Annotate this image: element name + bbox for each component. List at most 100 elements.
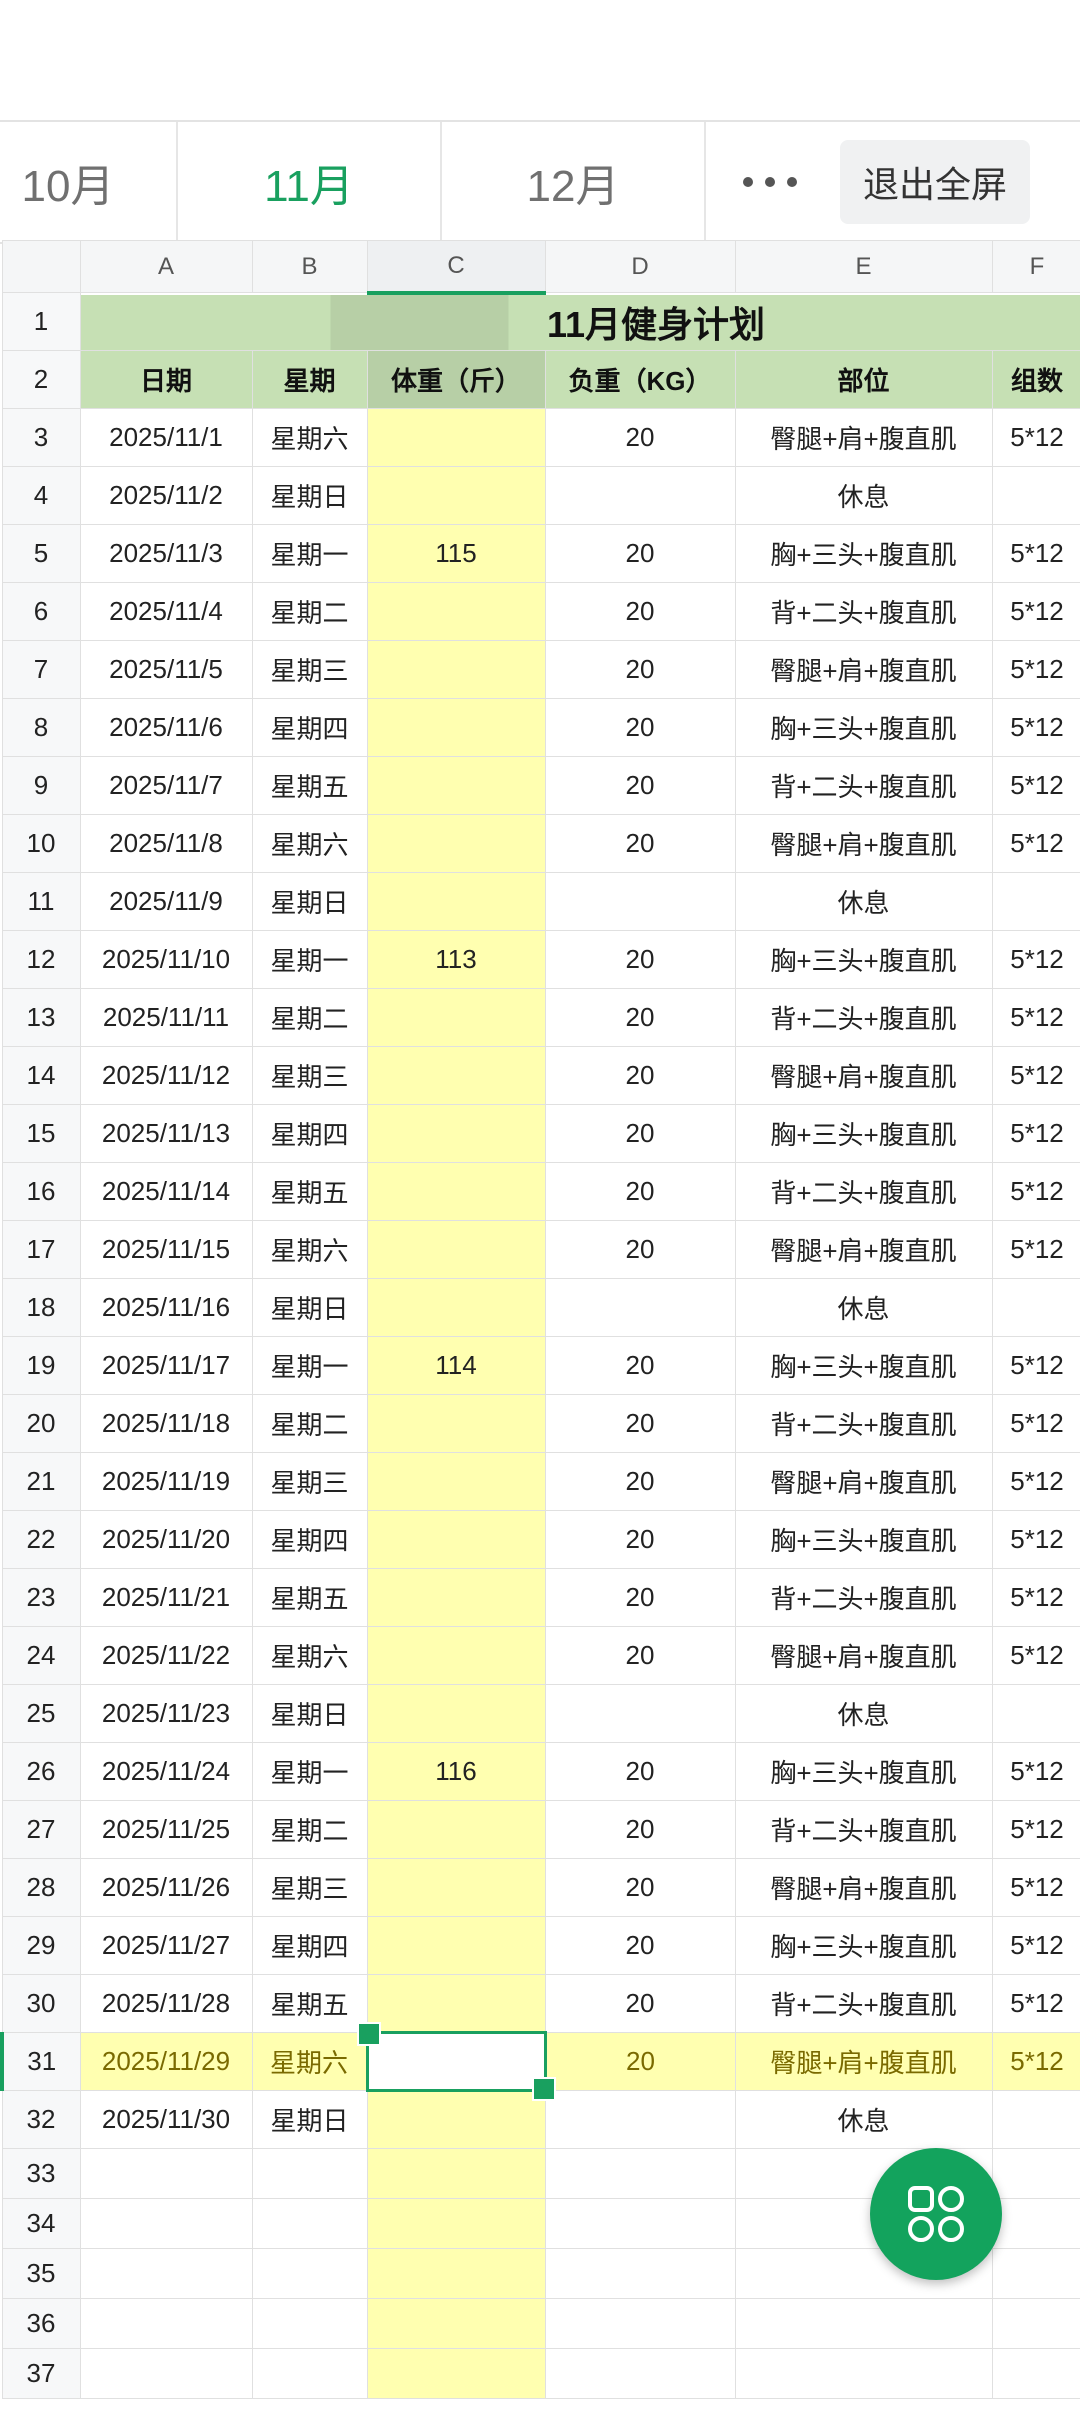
cell[interactable] bbox=[366, 1278, 546, 1337]
cell[interactable]: 20 bbox=[544, 1568, 736, 1627]
selection-handle-top[interactable] bbox=[356, 2022, 381, 2046]
cell[interactable]: 20 bbox=[544, 1162, 736, 1221]
cell[interactable]: 114 bbox=[366, 1336, 546, 1395]
column-header-f[interactable]: F bbox=[991, 240, 1080, 293]
empty-cell[interactable] bbox=[79, 2348, 253, 2399]
cell[interactable]: 休息 bbox=[734, 2090, 993, 2149]
cell[interactable]: 5*12 bbox=[991, 1394, 1080, 1453]
row-header[interactable]: 28 bbox=[1, 1858, 81, 1917]
cell[interactable]: 20 bbox=[544, 1800, 736, 1859]
empty-cell[interactable] bbox=[991, 2148, 1080, 2199]
cell[interactable]: 2025/11/12 bbox=[79, 1046, 253, 1105]
cell[interactable]: 星期一 bbox=[251, 524, 368, 583]
cell[interactable]: 臀腿+肩+腹直肌 bbox=[734, 1858, 993, 1917]
cell[interactable]: 臀腿+肩+腹直肌 bbox=[734, 2032, 993, 2091]
sheet-title[interactable]: 11月健身计划 bbox=[79, 292, 1080, 351]
cell[interactable] bbox=[366, 408, 546, 467]
cell[interactable]: 20 bbox=[544, 1394, 736, 1453]
cell[interactable]: 5*12 bbox=[991, 756, 1080, 815]
cell[interactable]: 5*12 bbox=[991, 1626, 1080, 1685]
cell[interactable]: 星期日 bbox=[251, 2090, 368, 2149]
cell[interactable]: 20 bbox=[544, 1046, 736, 1105]
cell[interactable] bbox=[991, 466, 1080, 525]
tab-december[interactable]: 12月 bbox=[442, 122, 706, 242]
cell[interactable]: 胸+三头+腹直肌 bbox=[734, 1510, 993, 1569]
active-cell[interactable] bbox=[356, 2022, 556, 2101]
row-header[interactable]: 16 bbox=[1, 1162, 81, 1221]
cell[interactable]: 20 bbox=[544, 930, 736, 989]
cell[interactable]: 2025/11/2 bbox=[79, 466, 253, 525]
cell[interactable]: 背+二头+腹直肌 bbox=[734, 1394, 993, 1453]
cell[interactable] bbox=[366, 1974, 546, 2033]
header-cell[interactable]: 日期 bbox=[79, 350, 253, 409]
cell[interactable]: 5*12 bbox=[991, 1336, 1080, 1395]
empty-cell[interactable] bbox=[991, 2348, 1080, 2399]
cell[interactable]: 20 bbox=[544, 1452, 736, 1511]
cell[interactable] bbox=[366, 1510, 546, 1569]
cell[interactable]: 2025/11/6 bbox=[79, 698, 253, 757]
cell[interactable]: 背+二头+腹直肌 bbox=[734, 582, 993, 641]
cell[interactable]: 背+二头+腹直肌 bbox=[734, 1162, 993, 1221]
cell[interactable]: 背+二头+腹直肌 bbox=[734, 1974, 993, 2033]
empty-cell[interactable] bbox=[79, 2148, 253, 2199]
cell[interactable]: 星期日 bbox=[251, 1278, 368, 1337]
cell[interactable]: 20 bbox=[544, 1742, 736, 1801]
cell[interactable] bbox=[366, 1684, 546, 1743]
column-header-a[interactable]: A bbox=[79, 240, 253, 293]
cell[interactable]: 臀腿+肩+腹直肌 bbox=[734, 1452, 993, 1511]
empty-cell[interactable] bbox=[79, 2298, 253, 2349]
cell[interactable] bbox=[366, 1858, 546, 1917]
cell[interactable]: 2025/11/10 bbox=[79, 930, 253, 989]
empty-cell[interactable] bbox=[366, 2298, 546, 2349]
cell[interactable]: 胸+三头+腹直肌 bbox=[734, 698, 993, 757]
cell[interactable] bbox=[991, 872, 1080, 931]
cell[interactable]: 20 bbox=[544, 1626, 736, 1685]
cell[interactable]: 20 bbox=[544, 2032, 736, 2091]
cell[interactable]: 20 bbox=[544, 1336, 736, 1395]
cell[interactable]: 2025/11/18 bbox=[79, 1394, 253, 1453]
cell[interactable]: 2025/11/3 bbox=[79, 524, 253, 583]
cell[interactable]: 20 bbox=[544, 1220, 736, 1279]
cell[interactable]: 5*12 bbox=[991, 930, 1080, 989]
cell[interactable]: 休息 bbox=[734, 1684, 993, 1743]
column-header-e[interactable]: E bbox=[734, 240, 993, 293]
select-all-corner[interactable] bbox=[1, 240, 81, 293]
row-header[interactable]: 17 bbox=[1, 1220, 81, 1279]
cell[interactable]: 2025/11/23 bbox=[79, 1684, 253, 1743]
row-header[interactable]: 32 bbox=[1, 2090, 81, 2149]
column-header-d[interactable]: D bbox=[544, 240, 736, 293]
cell[interactable]: 2025/11/9 bbox=[79, 872, 253, 931]
row-header[interactable]: 35 bbox=[1, 2248, 81, 2299]
cell[interactable]: 2025/11/26 bbox=[79, 1858, 253, 1917]
cell[interactable]: 20 bbox=[544, 640, 736, 699]
cell[interactable]: 星期六 bbox=[251, 408, 368, 467]
cell[interactable]: 20 bbox=[544, 524, 736, 583]
cell[interactable] bbox=[366, 698, 546, 757]
cell[interactable] bbox=[366, 1162, 546, 1221]
cell[interactable]: 2025/11/29 bbox=[79, 2032, 253, 2091]
cell[interactable] bbox=[544, 872, 736, 931]
spreadsheet-grid[interactable]: A B C D E F 1 11月健身计划 2 日期 星期 体重（斤） 负重（KG） 部位 组数 3 2025/… bbox=[0, 240, 1080, 2412]
cell[interactable] bbox=[366, 988, 546, 1047]
apps-fab-button[interactable] bbox=[870, 2148, 1002, 2280]
cell[interactable]: 5*12 bbox=[991, 1916, 1080, 1975]
row-header[interactable]: 30 bbox=[1, 1974, 81, 2033]
cell[interactable]: 星期一 bbox=[251, 1742, 368, 1801]
cell[interactable]: 2025/11/11 bbox=[79, 988, 253, 1047]
cell[interactable]: 2025/11/22 bbox=[79, 1626, 253, 1685]
cell[interactable] bbox=[366, 1452, 546, 1511]
cell[interactable]: 5*12 bbox=[991, 1800, 1080, 1859]
empty-cell[interactable] bbox=[991, 2298, 1080, 2349]
cell[interactable]: 2025/11/1 bbox=[79, 408, 253, 467]
cell[interactable]: 5*12 bbox=[991, 1452, 1080, 1511]
row-header[interactable]: 2 bbox=[1, 350, 81, 409]
cell[interactable] bbox=[366, 466, 546, 525]
cell[interactable] bbox=[366, 582, 546, 641]
cell[interactable]: 星期六 bbox=[251, 1626, 368, 1685]
cell[interactable] bbox=[544, 1278, 736, 1337]
cell[interactable]: 胸+三头+腹直肌 bbox=[734, 524, 993, 583]
cell[interactable]: 5*12 bbox=[991, 1220, 1080, 1279]
row-header[interactable]: 23 bbox=[1, 1568, 81, 1627]
cell[interactable] bbox=[366, 1916, 546, 1975]
cell[interactable]: 2025/11/5 bbox=[79, 640, 253, 699]
